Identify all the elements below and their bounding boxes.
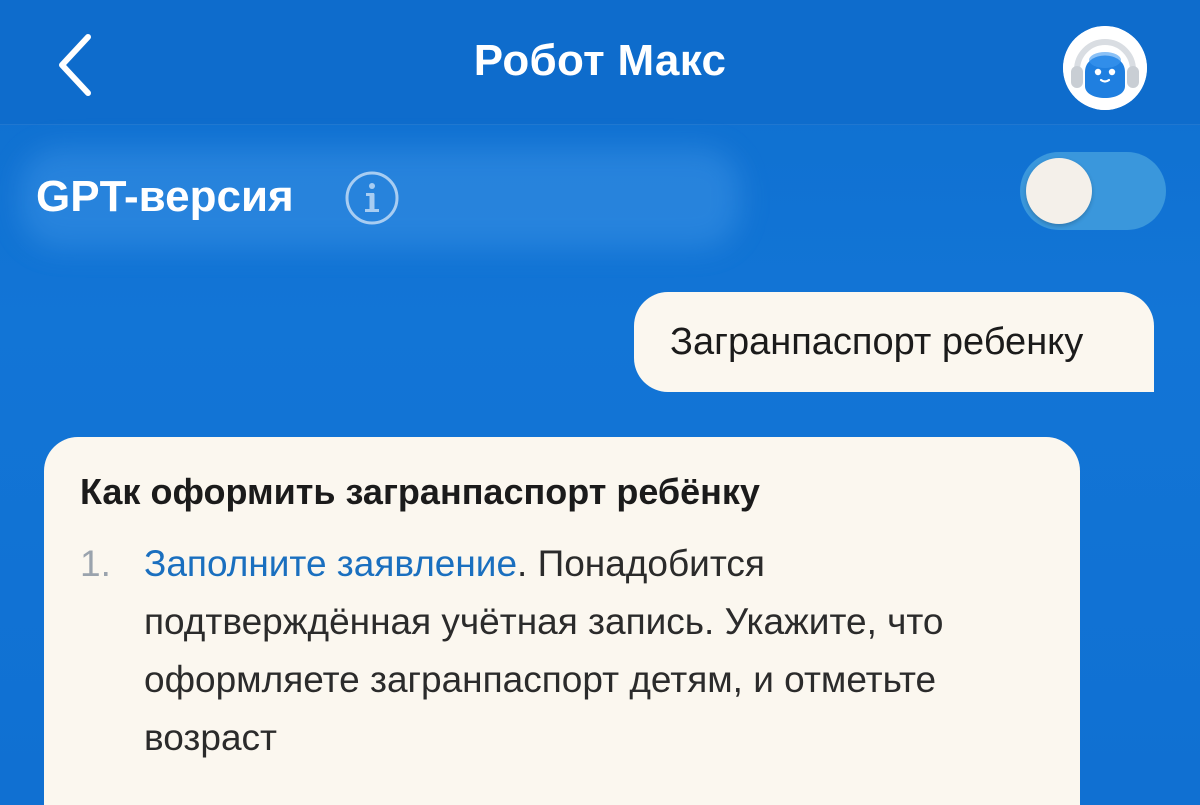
info-icon (345, 171, 399, 225)
gpt-version-row: GPT-версия (0, 124, 1200, 264)
gpt-version-label: GPT-версия (36, 172, 294, 221)
bot-message-bubble: Как оформить загранпаспорт ребёнку 1. За… (44, 437, 1080, 805)
bot-message-title: Как оформить загранпаспорт ребёнку (80, 471, 760, 512)
toggle-knob (1026, 158, 1092, 224)
step-number: 1. (80, 543, 111, 584)
list-item: 1. Заполните заявление. Понадобится подт… (80, 535, 1046, 767)
fill-application-link[interactable]: Заполните заявление (144, 543, 517, 584)
info-button[interactable] (344, 170, 400, 226)
page-title: Робот Макс (473, 36, 727, 85)
user-message-bubble: Загранпаспорт ребенку (634, 292, 1154, 392)
user-message-text: Загранпаспорт ребенку (670, 320, 1084, 363)
avatar[interactable] (1063, 26, 1147, 110)
robot-avatar-icon (1063, 26, 1147, 110)
gpt-version-toggle[interactable] (1020, 152, 1166, 230)
header-bar: Робот Макс (0, 0, 1200, 125)
